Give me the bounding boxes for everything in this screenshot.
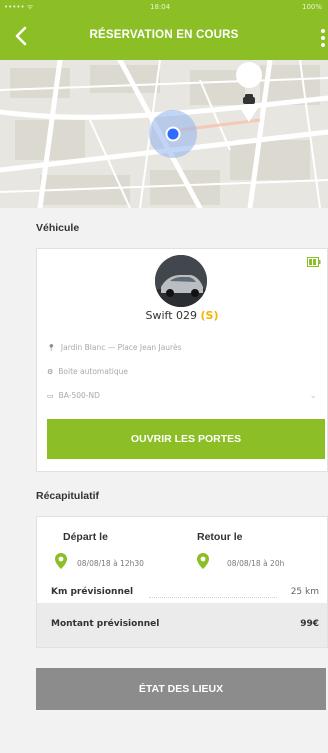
status-bar: ••••• ᯤ 18:04 100%: [0, 0, 328, 14]
map-view[interactable]: [0, 60, 328, 208]
etat-des-lieux-button[interactable]: ÉTAT DES LIEUX: [36, 668, 326, 710]
recap-card: Départ le Retour le 08/08/18 à 12h30 08/…: [36, 516, 328, 648]
km-dotted-leader: [149, 597, 277, 598]
vehicle-section-title: Véhicule: [36, 222, 80, 234]
battery-level-icon: [307, 257, 321, 270]
recap-section-title: Récapitulatif: [36, 490, 100, 502]
amount-value: 99€: [300, 619, 319, 629]
carrier-signal: ••••• ᯤ: [4, 3, 34, 11]
page-title: RÉSERVATION EN COURS: [89, 29, 239, 41]
gearbox-icon: ⚙︎: [47, 368, 54, 376]
open-doors-button[interactable]: OUVRIR LES PORTES: [47, 419, 325, 459]
vehicle-plate: ▭ BA-500-ND: [47, 391, 100, 400]
vehicle-model: Swift 029: [145, 309, 198, 322]
amount-row: Montant prévisionnel 99€: [37, 603, 327, 647]
battery-icon: [307, 257, 321, 267]
departure-pin-icon: [55, 553, 67, 569]
vehicle-name: Swift 029 (S): [37, 309, 327, 322]
license-plate-icon: ▭: [47, 392, 54, 400]
vehicle-transmission: ⚙︎ Boite automatique: [47, 367, 128, 376]
vehicle-plate-text: BA-500-ND: [58, 391, 100, 400]
vehicle-address: 📍︎ Jardin Blanc — Place Jean Jaurès: [47, 343, 182, 352]
status-battery: 100%: [301, 3, 322, 11]
amount-label: Montant prévisionnel: [51, 619, 160, 629]
map-streets: [0, 60, 328, 208]
return-label: Retour le: [197, 531, 243, 543]
vehicle-card: Swift 029 (S) 📍︎ Jardin Blanc — Place Jea…: [36, 248, 328, 472]
km-value: 25 km: [290, 587, 319, 597]
more-vertical-icon: [321, 29, 325, 47]
car-image: [155, 255, 207, 307]
departure-date: 08/08/18 à 12h30: [77, 559, 144, 568]
return-date: 08/08/18 à 20h: [227, 559, 285, 568]
app-screen: ••••• ᯤ 18:04 100% RÉSERVATION EN COURS: [0, 0, 328, 753]
km-label: Km prévisionnel: [51, 587, 134, 597]
car-photo: [155, 255, 207, 307]
more-menu-button[interactable]: [320, 28, 326, 48]
current-location-dot: [165, 126, 181, 142]
location-pin-icon: 📍︎: [47, 344, 56, 352]
return-pin-icon: [197, 553, 209, 569]
status-time: 18:04: [150, 3, 171, 11]
vehicle-transmission-text: Boite automatique: [58, 367, 128, 376]
vehicle-address-text: Jardin Blanc — Place Jean Jaurès: [60, 343, 182, 352]
top-app-bar: RÉSERVATION EN COURS: [0, 14, 328, 60]
vehicle-badge: (S): [200, 309, 219, 322]
chevron-down-icon[interactable]: ⌄: [309, 391, 317, 401]
departure-label: Départ le: [63, 531, 108, 543]
